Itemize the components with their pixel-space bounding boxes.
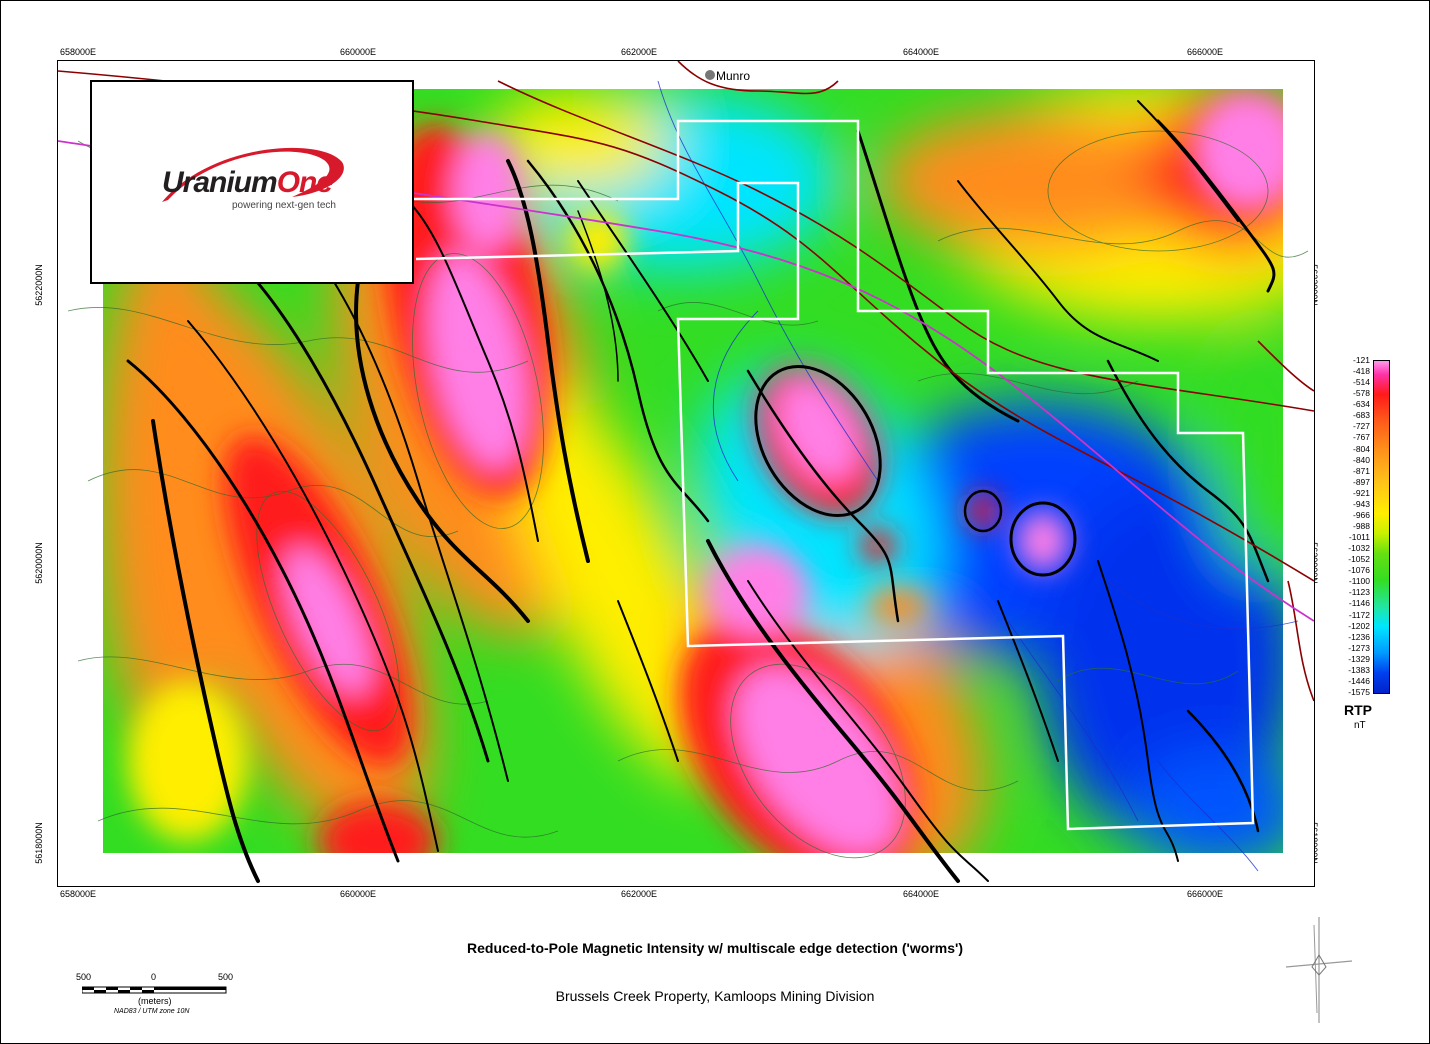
easting-top-1: 658000E xyxy=(60,47,97,57)
legend-color-bar xyxy=(1373,360,1390,694)
legend-value: -1172 xyxy=(1348,609,1370,620)
logo-wordmark: UraniumOne xyxy=(162,166,333,200)
easting-bottom-5: 666000E xyxy=(1187,889,1224,899)
legend-value: -1032 xyxy=(1348,543,1370,554)
scale-label-left: 500 xyxy=(76,972,92,982)
munro-point[interactable] xyxy=(705,70,715,80)
northing-left-1: 5622000N xyxy=(33,264,44,306)
easting-bottom-1: 658000E xyxy=(60,889,97,899)
easting-bottom-4: 664000E xyxy=(903,889,940,899)
legend-value: -578 xyxy=(1352,388,1370,399)
logo-tagline: powering next-gen tech xyxy=(232,200,336,211)
legend-value: -514 xyxy=(1352,377,1370,388)
easting-top-2: 660000E xyxy=(340,47,377,57)
logo-word-one: One xyxy=(276,166,333,199)
legend-value: -1236 xyxy=(1348,631,1370,642)
scale-label-zero: 0 xyxy=(151,972,157,982)
legend-value: -1146 xyxy=(1348,598,1370,609)
legend-value: -1446 xyxy=(1348,675,1370,686)
legend-value: -1123 xyxy=(1348,587,1370,598)
legend-value: -1052 xyxy=(1348,554,1370,565)
legend-value: -1383 xyxy=(1348,664,1370,675)
legend-value: -1273 xyxy=(1348,642,1370,653)
legend-value: -988 xyxy=(1352,521,1370,531)
scale-bar-graphic xyxy=(82,986,227,994)
munro-label: Munro xyxy=(716,69,751,83)
easting-bottom-3: 662000E xyxy=(621,889,658,899)
legend-value: -1100 xyxy=(1348,576,1370,587)
rtp-legend: -121 -418 -514 -578 -634 -683 -727 -767 -804 -840… xyxy=(1340,355,1400,698)
logo-panel: UraniumOne powering next-gen tech xyxy=(90,80,414,284)
legend-value: -921 xyxy=(1352,487,1370,498)
easting-top-3: 662000E xyxy=(621,47,658,57)
legend-value: -683 xyxy=(1352,410,1370,421)
northing-left-2: 5620000N xyxy=(33,542,44,584)
easting-bottom-2: 660000E xyxy=(340,889,377,899)
legend-value: -727 xyxy=(1352,421,1370,432)
legend-value: -767 xyxy=(1352,432,1370,443)
legend-title: RTP xyxy=(1344,702,1372,718)
legend-unit: nT xyxy=(1354,720,1366,731)
legend-value: -840 xyxy=(1352,454,1370,465)
legend-value: -1202 xyxy=(1348,620,1370,631)
legend-value: -871 xyxy=(1352,465,1370,476)
legend-value: -1011 xyxy=(1348,532,1370,543)
easting-top-5: 666000E xyxy=(1187,47,1224,57)
legend-value: -943 xyxy=(1352,498,1370,509)
legend-value: -1329 xyxy=(1348,653,1370,664)
scale-datum-label: NAD83 / UTM zone 10N xyxy=(114,1008,190,1015)
legend-value: -1575 xyxy=(1348,687,1370,697)
legend-value: -804 xyxy=(1352,443,1370,454)
map-title: Reduced-to-Pole Magnetic Intensity w/ mu… xyxy=(467,940,963,956)
legend-value: -418 xyxy=(1352,366,1370,377)
scale-bar: 500 0 500 (meters) NAD83 / UTM zone 10N xyxy=(72,970,252,1020)
north-arrow-icon xyxy=(1285,917,1353,1023)
legend-value: -634 xyxy=(1352,399,1370,410)
scale-label-right: 500 xyxy=(218,972,234,982)
legend-value: -897 xyxy=(1352,476,1370,487)
legend-value: -1076 xyxy=(1348,565,1370,576)
scale-unit-label: (meters) xyxy=(138,996,172,1006)
easting-top-4: 664000E xyxy=(903,47,940,57)
legend-value: -966 xyxy=(1352,509,1370,520)
northing-left-3: 5618000N xyxy=(33,822,44,864)
legend-value: -121 xyxy=(1352,355,1370,365)
logo-word-uranium: Uranium xyxy=(162,166,278,199)
